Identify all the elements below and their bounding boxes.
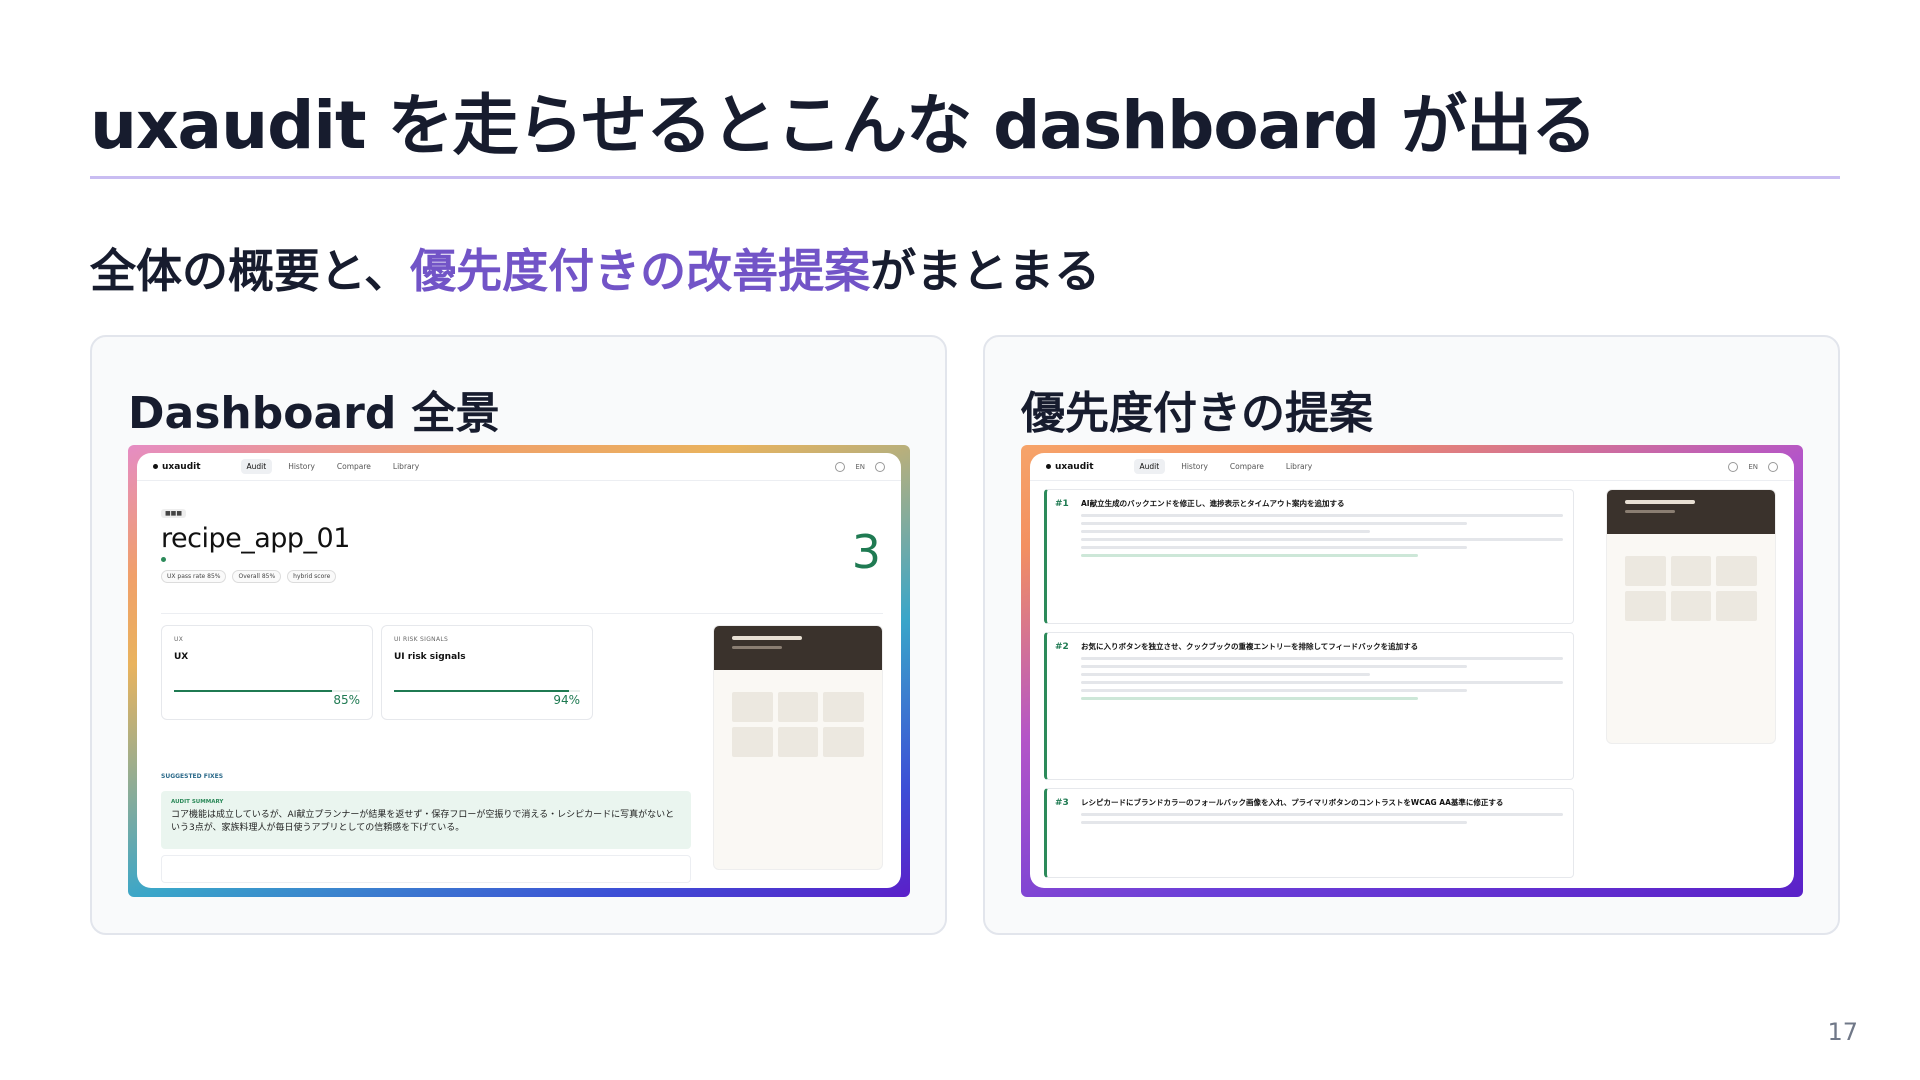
chip-ux-pass: UX pass rate 85% [161,570,227,583]
tab-library-label-2: Library [1285,462,1313,471]
risk-panel: UI RISK SIGNALS UI risk signals 94% [381,625,593,720]
tab-audit-label-2: Audit [1139,462,1160,471]
tab-compare-2[interactable]: Compare [1224,459,1270,474]
chip-overall: Overall 85% [232,570,282,583]
app-nav: uxaudit Audit History Compare Library EN [137,453,901,481]
tab-audit-label: Audit [246,462,267,471]
app-meta [161,557,166,562]
subtitle-pre: 全体の概要と、 [90,244,411,298]
card-title-proposals: 優先度付きの提案 [1021,388,1373,439]
chip-hybrid: hybrid score [287,570,337,583]
app-window: uxaudit Audit History Compare Library EN… [137,453,901,888]
status-dot-icon [161,557,166,562]
tab-compare[interactable]: Compare [331,459,377,474]
subtitle-highlight: 優先度付きの改善提案 [410,244,871,298]
ux-progress-fill [174,690,333,692]
app-brand-2[interactable]: uxaudit [1046,462,1094,472]
app-name: recipe_app_01 [161,523,350,554]
app-preview-thumbnail[interactable] [713,625,883,870]
audit-summary-text: コア機能は成立しているが、AI献立プランナーが結果を返せず・保存フローが空振りで… [171,810,675,833]
suggested-fixes-label: SUGGESTED FIXES [161,773,224,780]
tab-library-label: Library [392,462,420,471]
tab-history-2[interactable]: History [1175,459,1214,474]
ux-percent: 85% [333,693,360,707]
slide-subtitle: 全体の概要と、優先度付きの改善提案がまとまる [90,235,1100,301]
app-preview-thumbnail-2[interactable] [1606,489,1776,744]
dashboard-overview-card: Dashboard 全景 uxaudit Audit History Compa… [90,335,947,935]
ux-panel-head: UX [174,636,184,643]
audit-summary: AUDIT SUMMARY コア機能は成立しているが、AI献立プランナーが結果を… [161,791,691,849]
tab-history[interactable]: History [282,459,321,474]
audit-note [161,855,691,883]
proposal-item[interactable]: #2 お気に入りボタンを独立させ、クックブックの重複エントリーを排除してフィード… [1044,632,1574,780]
brand-label: uxaudit [162,461,201,472]
tab-history-label: History [288,462,315,471]
brand-logo-icon [153,464,158,469]
brand-label-2: uxaudit [1055,461,1094,472]
risk-progress [394,690,580,692]
preview-header-2 [1607,490,1775,534]
ux-panel-title: UX [174,652,189,662]
theme-toggle-icon-2[interactable] [1768,461,1778,472]
theme-toggle-icon[interactable] [875,461,885,472]
proposal-rank: #1 [1055,499,1069,509]
dashboard-screenshot: uxaudit Audit History Compare Library EN… [128,445,910,897]
section-divider [161,613,883,614]
lang-switch[interactable]: EN [855,463,865,471]
proposal-title: レシピカードにブランドカラーのフォールバック画像を入れ、プライマリボタンのコント… [1081,798,1504,807]
risk-panel-title: UI risk signals [394,652,466,662]
nav-right: EN [835,461,885,472]
proposal-rank: #3 [1055,798,1069,808]
tab-compare-label-2: Compare [1229,462,1264,471]
app-window-2: uxaudit Audit History Compare Library EN… [1030,453,1794,888]
audit-summary-label: AUDIT SUMMARY [171,799,224,805]
github-icon-2[interactable] [1728,461,1739,472]
tab-compare-label: Compare [336,462,371,471]
proposals-screenshot: uxaudit Audit History Compare Library EN… [1021,445,1803,897]
tab-history-label-2: History [1181,462,1208,471]
subtitle-post: がまとまる [870,244,1101,298]
preview-grid [732,692,864,757]
title-divider [90,176,1840,179]
proposals-card: 優先度付きの提案 uxaudit Audit History Compare L… [983,335,1840,935]
proposal-title: AI献立生成のバックエンドを修正し、進捗表示とタイムアウト案内を追加する [1081,499,1345,508]
proposal-item[interactable]: #3 レシピカードにブランドカラーのフォールバック画像を入れ、プライマリボタンの… [1044,788,1574,878]
tab-library[interactable]: Library [387,459,425,474]
risk-panel-head: UI RISK SIGNALS [394,636,449,643]
tab-library-2[interactable]: Library [1280,459,1318,474]
nav-right-2: EN [1728,461,1778,472]
app-brand[interactable]: uxaudit [153,462,201,472]
ux-progress [174,690,360,692]
suggested-fixes-header: SUGGESTED FIXES [161,773,223,780]
lang-switch-2[interactable]: EN [1748,463,1758,471]
risk-progress-fill [394,690,569,692]
risk-percent: 94% [553,693,580,707]
proposal-rank: #2 [1055,642,1069,652]
preview-header [714,626,882,670]
proposal-title: お気に入りボタンを独立させ、クックブックの重複エントリーを排除してフィードバック… [1081,642,1419,651]
breadcrumb-tag: ■■■ [161,509,187,518]
brand-logo-icon-2 [1046,464,1051,469]
breadcrumb: ■■■ [161,509,187,518]
github-icon[interactable] [835,461,846,472]
preview-grid-2 [1625,556,1757,621]
proposal-item[interactable]: #1 AI献立生成のバックエンドを修正し、進捗表示とタイムアウト案内を追加する [1044,489,1574,624]
summary-chips: UX pass rate 85% Overall 85% hybrid scor… [161,570,337,583]
proposal-list: #1 AI献立生成のバックエンドを修正し、進捗表示とタイムアウト案内を追加する … [1044,489,1574,886]
priority-count: 3 [851,525,881,579]
page-number: 17 [1827,1018,1858,1046]
tab-audit-2[interactable]: Audit [1133,459,1166,474]
tab-audit[interactable]: Audit [240,459,273,474]
app-nav-2: uxaudit Audit History Compare Library EN [1030,453,1794,481]
card-title-dashboard: Dashboard 全景 [128,388,500,439]
slide-title: uxaudit を走らせるとこんな dashboard が出る [90,87,1597,164]
ux-panel: UX UX 85% [161,625,373,720]
